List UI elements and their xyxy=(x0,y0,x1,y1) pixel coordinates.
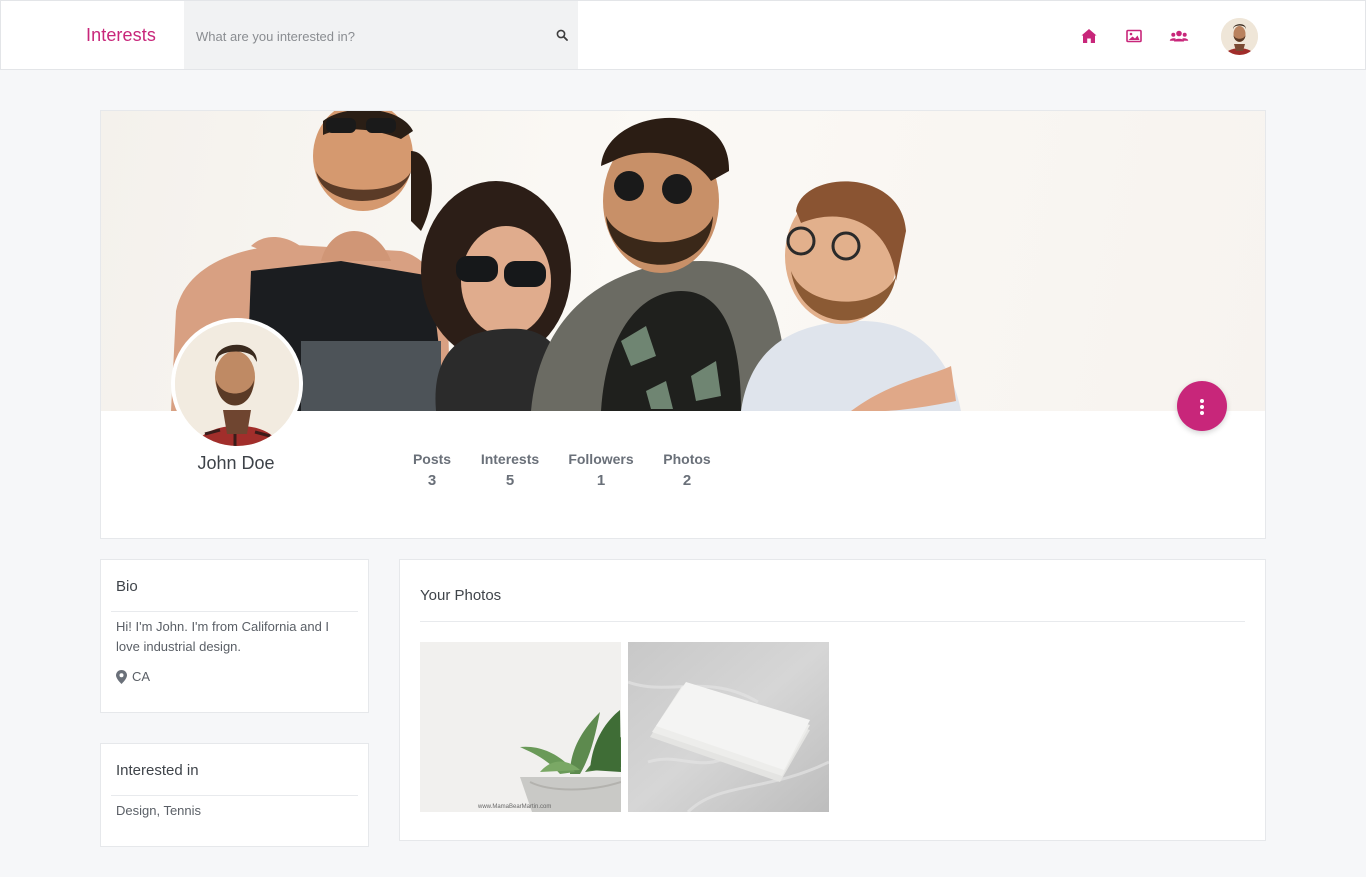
map-marker-icon xyxy=(116,670,127,684)
bio-text: Hi! I'm John. I'm from California and I … xyxy=(116,619,330,654)
stat-followers[interactable]: Followers 1 xyxy=(568,451,634,489)
profile-avatar xyxy=(171,318,303,450)
users-icon[interactable] xyxy=(1169,27,1189,45)
bio-location: CA xyxy=(132,669,151,684)
photo-thumbnail-succulent[interactable]: www.MamaBearMartin.com xyxy=(420,642,621,812)
divider xyxy=(111,795,358,796)
stat-posts[interactable]: Posts 3 xyxy=(411,451,453,489)
brand-logo[interactable]: Interests xyxy=(86,25,156,46)
interested-in-title: Interested in xyxy=(116,762,199,779)
divider xyxy=(111,611,358,612)
profile-header-card: John Doe Posts 3 Interests 5 Followers 1… xyxy=(100,110,1266,539)
profile-name: John Doe xyxy=(197,453,275,473)
search-input[interactable] xyxy=(196,24,536,48)
home-icon[interactable] xyxy=(1080,27,1098,45)
image-icon[interactable] xyxy=(1125,27,1143,45)
photo-watermark: www.MamaBearMartin.com xyxy=(477,804,551,810)
divider xyxy=(420,621,1245,622)
more-options-button[interactable] xyxy=(1177,381,1227,431)
more-vertical-icon xyxy=(1200,399,1204,403)
photos-title: Your Photos xyxy=(420,587,502,604)
stat-value: 1 xyxy=(596,472,606,489)
top-navbar: Interests xyxy=(0,0,1366,70)
search-icon[interactable] xyxy=(556,29,568,41)
stat-interests[interactable]: Interests 5 xyxy=(479,451,541,489)
stat-label: Posts xyxy=(412,451,452,467)
stat-label: Interests xyxy=(480,451,540,467)
stat-value: 2 xyxy=(682,472,692,489)
interested-in-text: Design, Tennis xyxy=(116,803,202,818)
photo-thumbnail-cards[interactable] xyxy=(628,642,829,812)
stat-label: Followers xyxy=(568,451,634,467)
stat-value: 5 xyxy=(505,472,515,489)
bio-card: Bio Hi! I'm John. I'm from California an… xyxy=(100,559,369,713)
your-photos-card: Your Photos www.MamaBearMartin.com xyxy=(399,559,1266,841)
search-bar xyxy=(184,1,578,69)
stat-label: Photos xyxy=(663,451,711,467)
stat-value: 3 xyxy=(427,472,437,489)
bio-title: Bio xyxy=(116,578,138,595)
interested-in-card: Interested in Design, Tennis xyxy=(100,743,369,847)
stat-photos[interactable]: Photos 2 xyxy=(661,451,713,489)
user-avatar[interactable] xyxy=(1221,18,1258,55)
